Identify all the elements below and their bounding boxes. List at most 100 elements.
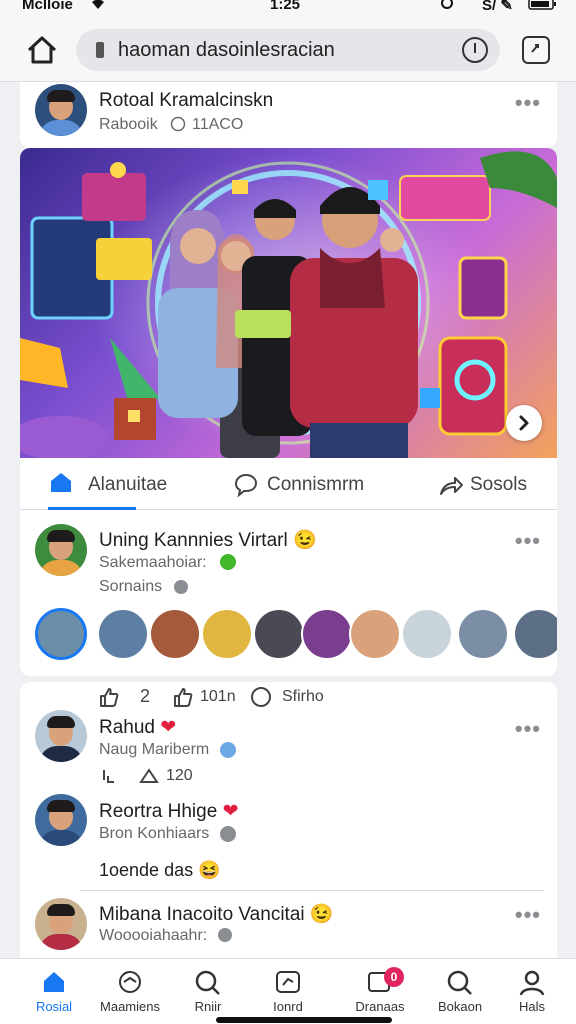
location-icon xyxy=(440,0,454,14)
comment-author-name: Reortra Hhige xyxy=(99,801,218,822)
comment-body: 1oende das 😆 xyxy=(99,860,221,881)
verified-icon xyxy=(220,554,236,570)
share-action[interactable]: Sosols xyxy=(438,470,548,502)
like-action[interactable]: Alanuitae xyxy=(48,468,167,510)
nav-explore[interactable]: Bokaon xyxy=(424,959,496,1019)
home-outline-icon[interactable] xyxy=(138,766,160,786)
story-avatar[interactable] xyxy=(253,608,305,660)
comment-author[interactable]: Rahud ❤ xyxy=(99,716,176,739)
avatar[interactable] xyxy=(35,898,87,950)
nav-search[interactable]: Rniir xyxy=(172,959,244,1019)
home-button[interactable] xyxy=(24,32,60,68)
bottom-navigation: Rosial Maamiens Rniir Ionrd 0 Dranaas Bo… xyxy=(0,958,576,1024)
status-right: S/ ✎ xyxy=(482,0,513,14)
like-count: 101n xyxy=(200,688,236,705)
groups-icon xyxy=(119,971,141,993)
nav-label: Dranaas xyxy=(355,999,405,1014)
chevron-right-icon xyxy=(519,415,529,431)
address-bar[interactable]: haoman dasoinlesracian xyxy=(76,29,500,71)
nav-notifications[interactable]: 0 Dranaas xyxy=(344,959,416,1019)
nav-label: Maamiens xyxy=(100,999,160,1014)
like-icon[interactable] xyxy=(100,766,120,786)
emoji: 😉 xyxy=(292,530,317,551)
comment-label: Connismrm xyxy=(267,474,365,495)
audience-icon xyxy=(218,928,232,942)
share-icon xyxy=(440,477,463,495)
battery-icon xyxy=(528,0,558,14)
profile-icon xyxy=(519,970,545,996)
nav-profile[interactable]: Hals xyxy=(496,959,568,1019)
verified-icon xyxy=(220,742,236,758)
comment-subtitle: Bron Konhiaars xyxy=(99,825,210,842)
nav-chat[interactable]: Ionrd xyxy=(252,959,324,1019)
share-label: Sosols xyxy=(470,474,528,495)
like-icon xyxy=(174,688,193,707)
story-avatar[interactable] xyxy=(349,608,401,660)
post-author-name: Uning Kannnies Virtarl xyxy=(99,530,288,551)
comment-author-name: Mibana Inacoito Vancitai xyxy=(99,904,305,925)
post-author[interactable]: Uning Kannnies Virtarl 😉 xyxy=(99,528,317,552)
story-avatar[interactable] xyxy=(301,608,353,660)
wifi-icon xyxy=(90,0,106,14)
story-avatar[interactable] xyxy=(401,608,453,660)
notification-badge: 0 xyxy=(384,967,404,987)
comment-author[interactable]: Reortra Hhige ❤ xyxy=(99,800,238,823)
story-avatar[interactable] xyxy=(35,608,87,660)
nav-label: Ionrd xyxy=(273,999,303,1014)
status-bar: Mclloie 1:25 S/ ✎ xyxy=(0,0,576,14)
illustration-image xyxy=(20,151,557,458)
emoji: 😆 xyxy=(198,860,221,880)
nav-label: Rosial xyxy=(35,999,73,1014)
audience-icon xyxy=(174,580,188,594)
more-options-button[interactable]: ••• xyxy=(515,528,541,554)
story-avatar[interactable] xyxy=(457,608,509,660)
post-image[interactable] xyxy=(20,148,557,458)
more-options-button[interactable]: ••• xyxy=(515,90,541,116)
story-avatar[interactable] xyxy=(97,608,149,660)
heart-icon: ❤ xyxy=(160,717,177,738)
home-icon xyxy=(44,972,64,992)
post-subtitle: Sakemaahoiar: xyxy=(99,554,207,571)
post-source: Rabooik xyxy=(99,116,158,133)
more-options-button[interactable]: ••• xyxy=(515,902,541,928)
tabs-button[interactable] xyxy=(522,36,550,64)
nav-label: Rniir xyxy=(194,999,222,1014)
avatar[interactable] xyxy=(35,84,87,136)
avatar[interactable] xyxy=(35,710,87,762)
post-meta: Sornains xyxy=(99,578,163,595)
lock-icon xyxy=(96,42,104,58)
comments-card: 2 101n Sfirho Rahud ❤ Naug Mariberm 120 … xyxy=(20,682,557,958)
avatar[interactable] xyxy=(35,794,87,846)
next-arrow-button[interactable] xyxy=(506,405,542,441)
story-avatar[interactable] xyxy=(149,608,201,660)
stories-row xyxy=(20,596,557,672)
post-action-bar: Alanuitae Connismrm Sosols xyxy=(20,458,557,510)
like-label: Alanuitae xyxy=(88,474,168,495)
comment-icon xyxy=(234,473,258,498)
audience-icon xyxy=(220,826,236,842)
story-avatar[interactable] xyxy=(513,608,557,660)
story-avatar[interactable] xyxy=(201,608,253,660)
avatar[interactable] xyxy=(35,524,87,576)
nav-label: Bokaon xyxy=(437,999,483,1014)
post-author[interactable]: Rotoal Kramalcinskn xyxy=(99,90,273,112)
post-header-card: Rotoal Kramalcinskn Rabooik 11ACO ••• xyxy=(20,82,557,148)
reaction-summary: 2 101n Sfirho xyxy=(98,686,428,710)
site-info-icon[interactable] xyxy=(462,37,488,63)
comment-author[interactable]: Mibana Inacoito Vancitai 😉 xyxy=(99,902,334,926)
like-icon xyxy=(100,688,119,707)
tabs-icon xyxy=(531,44,539,53)
home-indicator xyxy=(216,1017,392,1023)
comment-actions: 120 xyxy=(100,766,260,788)
nav-home[interactable]: Rosial xyxy=(18,959,90,1019)
url-text: haoman dasoinlesracian xyxy=(118,39,335,61)
home-icon xyxy=(51,473,71,492)
heart-icon: ❤ xyxy=(222,801,239,822)
share-count: Sfirho xyxy=(282,688,324,705)
nav-groups[interactable]: Maamiens xyxy=(94,959,166,1019)
more-options-button[interactable]: ••• xyxy=(515,716,541,742)
comment-subtitle: Naug Mariberm xyxy=(99,741,210,758)
comment-action[interactable]: Connismrm xyxy=(233,470,393,502)
chat-icon xyxy=(276,971,300,993)
globe-icon xyxy=(170,116,186,137)
